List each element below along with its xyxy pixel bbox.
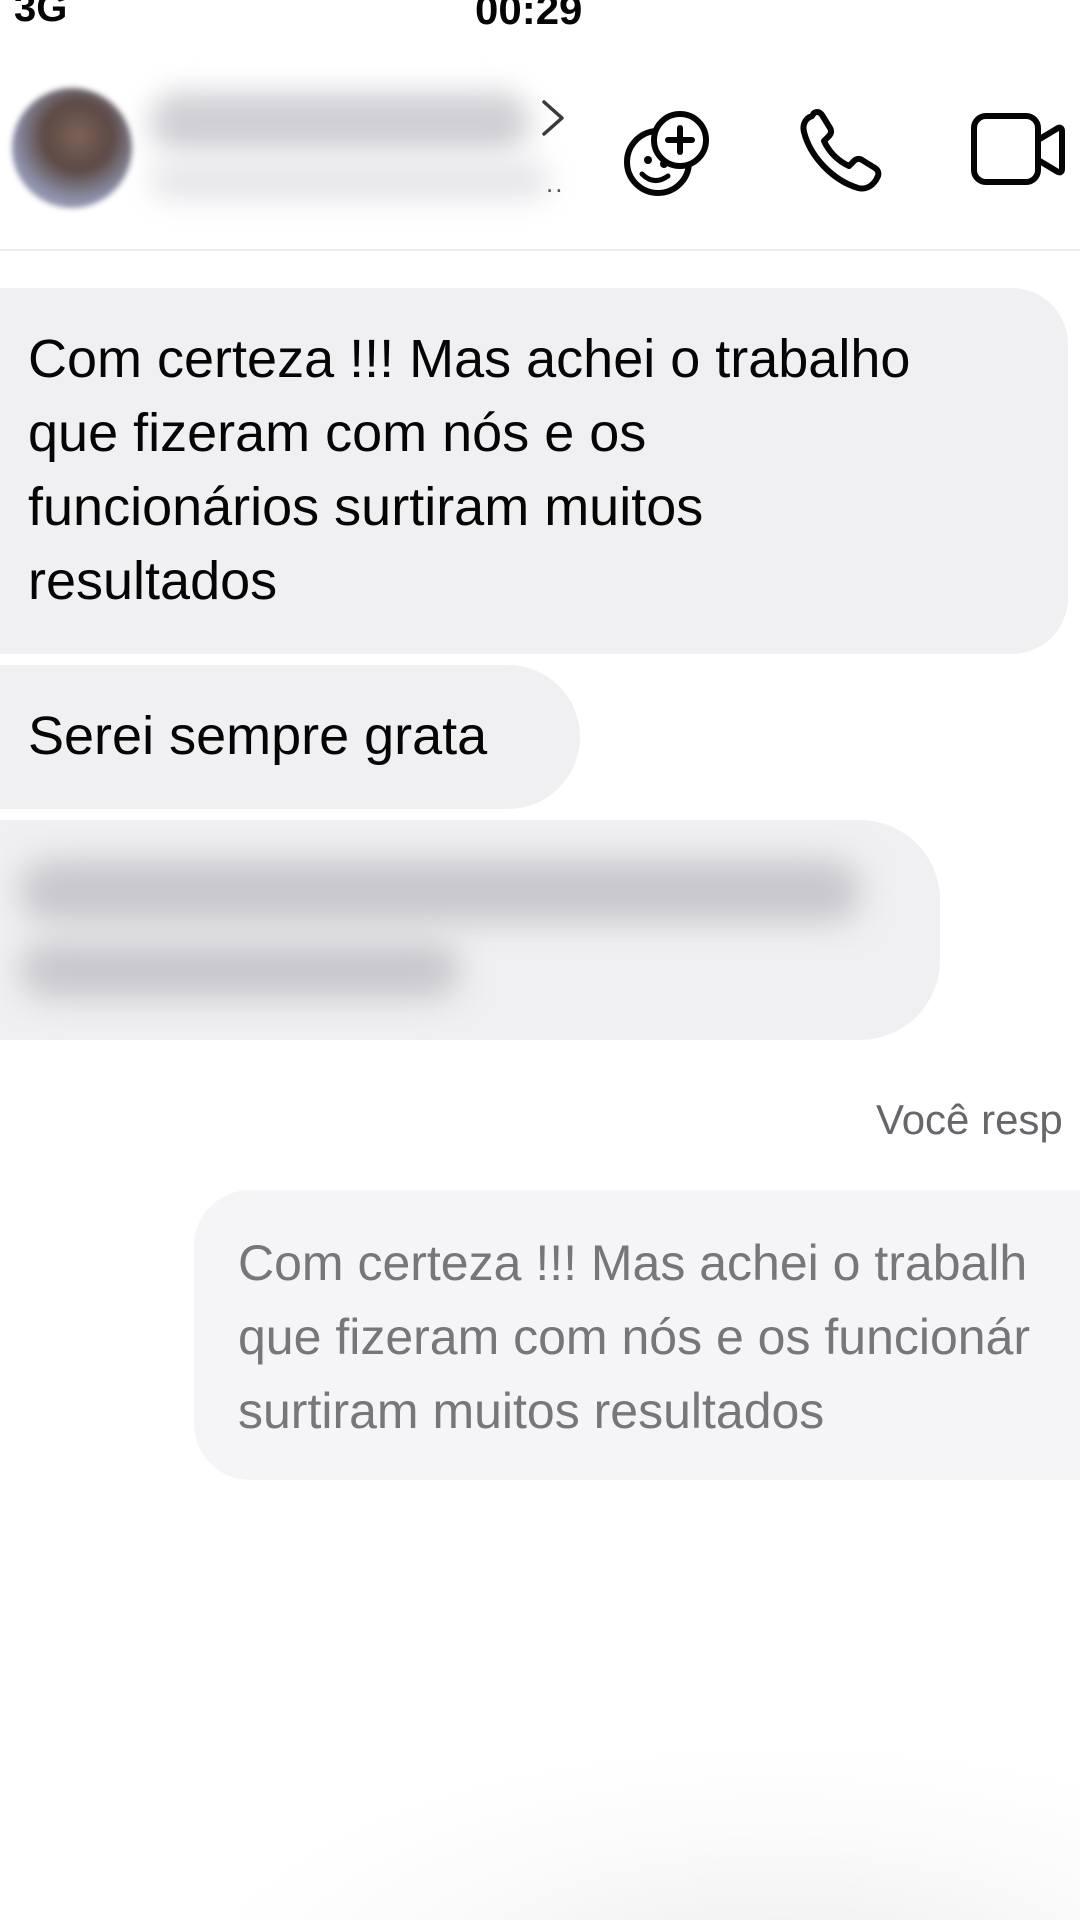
chevron-right-icon[interactable] (538, 96, 568, 140)
avatar[interactable] (12, 88, 132, 208)
message-bubble-redacted[interactable] (0, 820, 940, 1040)
message-line: resultados (28, 551, 278, 611)
reply-label: Você resp (876, 1096, 1063, 1143)
message-text: Serei sempre grata (28, 706, 488, 766)
message-bubble[interactable]: Com certeza !!! Mas achei o trabalho que… (0, 288, 1068, 654)
message-line: funcionários surtiram muitos (28, 477, 704, 537)
truncation-ellipsis: .. (546, 168, 565, 198)
message-line: Com certeza !!! Mas achei o trabalho (28, 329, 911, 389)
bottom-fade (180, 1740, 1080, 1920)
video-camera-icon[interactable] (970, 110, 1066, 190)
quoted-line: Com certeza !!! Mas achei o trabalh (238, 1235, 1028, 1291)
chat-header: .. (0, 0, 1080, 250)
quoted-line: que fizeram com nós e os funcionár (238, 1309, 1031, 1365)
message-line: que fizeram com nós e os (28, 403, 647, 463)
redacted-text (20, 860, 860, 922)
chat-screen: 3G 00:29 .. Com certeza !!! Mas achei o … (0, 0, 1080, 1920)
message-bubble[interactable]: Serei sempre grata (0, 665, 580, 809)
phone-icon[interactable] (798, 108, 884, 194)
quoted-reply-bubble[interactable]: Com certeza !!! Mas achei o trabalh que … (194, 1190, 1080, 1480)
redacted-text (20, 942, 460, 998)
quoted-line: surtiram muitos resultados (238, 1383, 825, 1439)
effects-smiley-plus-icon[interactable] (618, 104, 714, 200)
contact-status (150, 160, 550, 200)
header-divider (0, 249, 1080, 251)
contact-name[interactable] (150, 92, 530, 152)
